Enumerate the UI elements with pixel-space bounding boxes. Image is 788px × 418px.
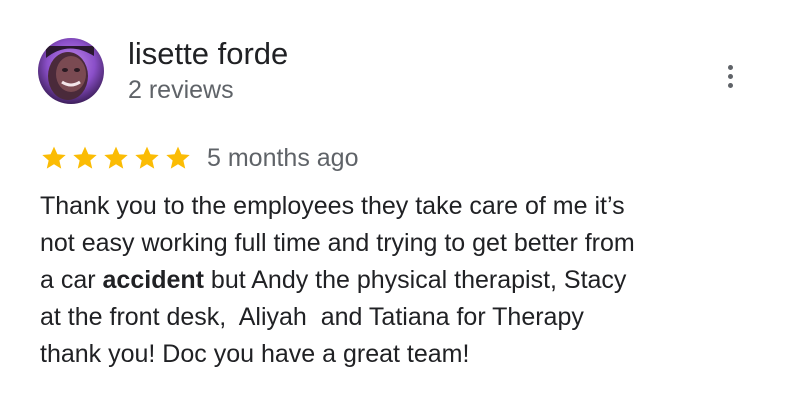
review-text: Thank you to the employees they take car… bbox=[40, 188, 760, 373]
review-text-line: not easy working full time and trying to… bbox=[40, 225, 760, 262]
review-text-segment: Thank you to the employees they take car… bbox=[40, 192, 625, 220]
review-text-line: thank you! Doc you have a great team! bbox=[40, 336, 760, 373]
star-icon bbox=[135, 146, 159, 169]
star-icon bbox=[104, 146, 128, 169]
highlighted-keyword: accident bbox=[102, 266, 204, 294]
star-icon bbox=[42, 146, 66, 169]
more-vert-icon-dot bbox=[727, 73, 733, 79]
review-text-line: a car accident but Andy the physical the… bbox=[40, 262, 760, 299]
review-text-line: at the front desk, Aliyah and Tatiana fo… bbox=[40, 299, 760, 336]
more-vert-icon-dot bbox=[727, 82, 733, 88]
review-text-segment: but Andy the physical therapist, Stacy bbox=[203, 266, 627, 294]
avatar-photo bbox=[38, 38, 104, 104]
star-icon bbox=[166, 146, 190, 169]
star-rating bbox=[40, 144, 192, 172]
more-vert-icon bbox=[727, 64, 733, 70]
star-icon bbox=[73, 146, 97, 169]
review-text-segment: not easy working full time and trying to… bbox=[40, 229, 635, 257]
more-options-button[interactable] bbox=[716, 58, 744, 94]
review-text-line: Thank you to the employees they take car… bbox=[40, 188, 760, 225]
review-text-segment: at the front desk, Aliyah and Tatiana fo… bbox=[40, 303, 584, 331]
review-text-segment: a car bbox=[40, 266, 103, 294]
review-text-segment: thank you! Doc you have a great team! bbox=[40, 340, 470, 368]
review-date: 5 months ago bbox=[207, 144, 359, 172]
rating-row: 5 months ago bbox=[40, 142, 359, 174]
author-review-count[interactable]: 2 reviews bbox=[128, 75, 234, 105]
author-name[interactable]: lisette forde bbox=[128, 36, 288, 72]
author-avatar[interactable] bbox=[38, 38, 104, 104]
